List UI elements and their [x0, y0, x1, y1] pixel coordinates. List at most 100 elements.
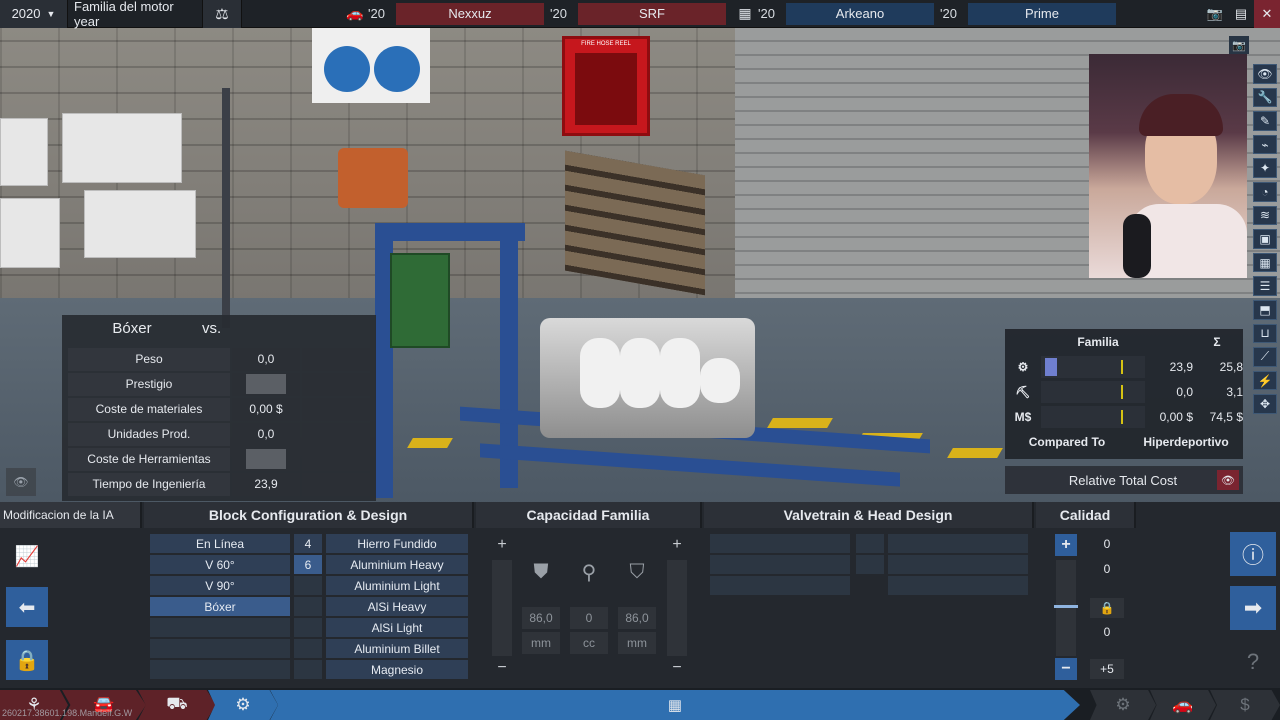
- back-arrow-button[interactable]: ⬅: [6, 587, 48, 627]
- bore-value[interactable]: 86,0: [522, 607, 560, 629]
- move-icon[interactable]: ✥: [1253, 394, 1277, 414]
- lock-icon[interactable]: 🔒: [6, 640, 48, 680]
- engine-block-tab[interactable]: ▦: [270, 690, 1080, 720]
- valves-option[interactable]: [856, 555, 884, 574]
- comparison-panel: Bóxer vs. Peso 0,0 Prestigio Coste de ma…: [62, 315, 376, 501]
- wrench-icon[interactable]: 🔧: [1253, 87, 1277, 108]
- quality-value: 0: [1103, 537, 1111, 551]
- boxer-engine-model[interactable]: [540, 318, 755, 438]
- relative-total-cost[interactable]: Relative Total Cost 👁: [1005, 466, 1243, 494]
- year-selector[interactable]: 2020 ▼: [0, 0, 68, 28]
- slash-icon[interactable]: ⟋: [1253, 347, 1277, 367]
- floor-stripe: [767, 418, 833, 428]
- bore-piston-icon: ⛊: [533, 560, 549, 583]
- layer-icon[interactable]: ≋: [1253, 205, 1277, 226]
- chart-icon[interactable]: 📈: [6, 536, 48, 576]
- box-icon[interactable]: ⬒: [1253, 299, 1277, 320]
- head-material-option[interactable]: [888, 576, 1028, 595]
- engine-editor-panel: Modificacion de la IA Block Configuratio…: [0, 502, 1280, 688]
- competitor-arkeano[interactable]: Arkeano: [786, 2, 934, 25]
- pipe-icon[interactable]: ⌁: [1253, 134, 1277, 155]
- material-magnesium[interactable]: Magnesio: [326, 660, 468, 679]
- gauge-icon[interactable]: ◔: [1253, 181, 1277, 202]
- layout-option-inline[interactable]: En Línea: [150, 534, 290, 553]
- material-aluminium-billet[interactable]: Aluminium Billet: [326, 639, 468, 658]
- plus-icon[interactable]: +: [667, 535, 687, 555]
- layout-option-v60[interactable]: V 60°: [150, 555, 290, 574]
- layout-option-v90[interactable]: V 90°: [150, 576, 290, 595]
- compared-to-label: Compared To: [1028, 435, 1106, 449]
- eye-icon[interactable]: 👁: [1253, 64, 1277, 84]
- crate: [62, 113, 182, 183]
- help-icon[interactable]: ?: [1230, 640, 1276, 684]
- stat-row-prestige: Prestigio: [68, 372, 370, 396]
- layout-option-boxer[interactable]: Bóxer: [150, 597, 290, 616]
- valvetrain-option[interactable]: [710, 576, 850, 595]
- competitor-srf[interactable]: SRF: [578, 2, 726, 25]
- eye-icon[interactable]: 👁: [1217, 470, 1239, 490]
- car-trim-icon[interactable]: ⛟: [138, 690, 216, 720]
- quality-slider-handle[interactable]: [1054, 605, 1078, 608]
- stroke-unit: mm: [618, 632, 656, 654]
- bore-unit: mm: [522, 632, 560, 654]
- paint-icon[interactable]: ✦: [1253, 158, 1277, 178]
- save-icon[interactable]: ▤: [1228, 0, 1254, 28]
- camera-icon[interactable]: 📷: [1202, 0, 1228, 28]
- top-bar: 2020 ▼ Familia del motor year ⚖ 🚗 '20 Ne…: [0, 0, 1280, 29]
- quality-value: 0: [1103, 562, 1111, 576]
- head-material-option[interactable]: [888, 534, 1028, 553]
- warning-icon[interactable]: ⓘ: [1230, 532, 1276, 576]
- car-test-icon[interactable]: 🚗: [1150, 690, 1216, 720]
- sum-column-header: Σ: [1213, 335, 1221, 349]
- money-icon: M$: [1014, 410, 1032, 424]
- stroke-slider[interactable]: [667, 560, 687, 656]
- plus-icon[interactable]: +: [492, 535, 512, 555]
- stat-row-prod-units: Unidades Prod. 0,0: [68, 422, 370, 446]
- floor-stripe: [407, 438, 453, 448]
- engine-tuning-icon[interactable]: ⚙: [1090, 690, 1156, 720]
- valvetrain-option[interactable]: [710, 555, 850, 574]
- quality-slider[interactable]: [1056, 560, 1076, 656]
- bottom-navigation: ⚘ 🚘 ⛟ ⚙ ▦ ⚙ 🚗 $: [0, 688, 1280, 720]
- stack-icon[interactable]: ☰: [1253, 276, 1277, 296]
- bore-slider[interactable]: [492, 560, 512, 656]
- family-stat-row: M$ 0,00 $ 74,5 $: [1005, 405, 1243, 429]
- grid-icon[interactable]: ▦: [1253, 252, 1277, 273]
- head-material-option[interactable]: [888, 555, 1028, 574]
- competitor-nexxuz[interactable]: Nexxuz: [396, 2, 544, 25]
- material-aluminium-heavy[interactable]: Aluminium Heavy: [326, 555, 468, 574]
- lock-icon[interactable]: 🔒: [1090, 598, 1124, 618]
- compared-to-value[interactable]: Hiperdeportivo: [1129, 435, 1243, 449]
- ai-modification-tab[interactable]: Modificacion de la IA: [0, 502, 142, 528]
- minus-icon[interactable]: −: [492, 658, 512, 678]
- pallet: [565, 150, 705, 296]
- screenshot-icon[interactable]: 📷: [1229, 36, 1249, 54]
- material-aluminium-light[interactable]: Aluminium Light: [326, 576, 468, 595]
- quality-minus-button[interactable]: −: [1055, 658, 1077, 680]
- next-arrow-button[interactable]: ➡: [1230, 586, 1276, 630]
- stat-bar-fill: [1045, 358, 1057, 376]
- quality-plus-button[interactable]: +: [1055, 534, 1077, 556]
- cylinder-option-4[interactable]: 4: [294, 534, 322, 553]
- part-icon[interactable]: ▣: [1253, 229, 1277, 249]
- material-cast-iron[interactable]: Hierro Fundido: [326, 534, 468, 553]
- floor-stripe: [947, 448, 1003, 458]
- minus-icon[interactable]: −: [667, 658, 687, 678]
- engine-design-icon[interactable]: ⚙: [208, 690, 278, 720]
- eye-icon[interactable]: 👁: [6, 468, 36, 496]
- tool-icon[interactable]: ✎: [1253, 111, 1277, 131]
- scale-icon[interactable]: ⚖: [202, 0, 242, 28]
- material-alsi-heavy[interactable]: AlSi Heavy: [326, 597, 468, 616]
- valves-option[interactable]: [856, 534, 884, 553]
- goggles-sign-icon: [374, 46, 420, 92]
- displacement-value: 0: [570, 607, 608, 629]
- stroke-value[interactable]: 86,0: [618, 607, 656, 629]
- close-icon[interactable]: ✕: [1254, 0, 1280, 28]
- market-icon[interactable]: $: [1210, 690, 1280, 720]
- valvetrain-option[interactable]: [710, 534, 850, 553]
- cylinder-option-6[interactable]: 6: [294, 555, 322, 574]
- cup-icon[interactable]: ⊔: [1253, 323, 1277, 344]
- bolt-icon[interactable]: ⚡: [1253, 370, 1277, 391]
- competitor-prime[interactable]: Prime: [968, 2, 1116, 25]
- material-alsi-light[interactable]: AlSi Light: [326, 618, 468, 637]
